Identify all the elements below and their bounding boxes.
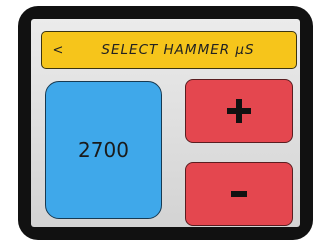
back-arrow-icon: < <box>52 42 64 58</box>
back-button[interactable]: < <box>42 32 74 68</box>
page-title: SELECT HAMMER µS <box>101 42 255 58</box>
plus-icon <box>227 99 251 123</box>
increase-button[interactable] <box>185 79 293 143</box>
device-frame: < SELECT HAMMER µS 2700 <box>18 6 313 240</box>
minus-icon <box>231 191 247 197</box>
value-readout: 2700 <box>78 138 129 162</box>
header-bar: < SELECT HAMMER µS <box>41 31 297 69</box>
screen: < SELECT HAMMER µS 2700 <box>31 19 300 227</box>
value-display[interactable]: 2700 <box>45 81 162 219</box>
decrease-button[interactable] <box>185 162 293 226</box>
